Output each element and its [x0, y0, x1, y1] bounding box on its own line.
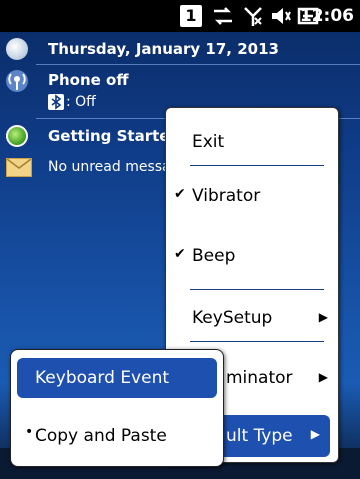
chevron-right-icon: ▶ — [310, 427, 320, 441]
menu-item-result-type[interactable]: ult Type ▶ — [218, 415, 330, 457]
menu-item-label: Vibrator — [192, 186, 261, 206]
selected-dot-icon: • — [25, 424, 34, 440]
getting-started-text: Getting Starte — [48, 127, 170, 145]
menu-divider — [190, 289, 324, 290]
phone-signal-icon — [6, 70, 28, 92]
menu-item-label: minator — [226, 368, 293, 388]
divider — [36, 64, 360, 65]
chevron-right-icon: ▶ — [318, 370, 328, 384]
phone-status-title: Phone off — [48, 71, 129, 89]
submenu-item-copy-paste[interactable]: • Copy and Paste — [17, 416, 217, 456]
submenu-item-label: Keyboard Event — [35, 368, 170, 388]
no-signal-icon[interactable] — [240, 4, 266, 28]
menu-item-label: KeySetup — [192, 308, 273, 328]
screen: 1 12:06 Thursday, January 17, 2013 Phone… — [0, 0, 360, 479]
bluetooth-status: : Off — [66, 94, 96, 110]
submenu-result-type: Keyboard Event • Copy and Paste — [10, 349, 224, 467]
date-text: Thursday, January 17, 2013 — [48, 40, 279, 58]
menu-item-exit[interactable]: Exit — [166, 122, 338, 162]
clock-icon — [6, 38, 28, 60]
notification-badge[interactable]: 1 — [180, 5, 202, 27]
submenu-item-keyboard-event[interactable]: Keyboard Event — [17, 358, 217, 398]
bluetooth-icon — [48, 94, 64, 110]
menu-item-label: Exit — [192, 132, 225, 152]
clock[interactable]: 12:06 — [300, 0, 354, 32]
menu-item-label: ult Type — [226, 426, 293, 446]
check-icon: ✔ — [174, 246, 186, 262]
getting-started-icon — [6, 125, 28, 147]
messages-text: No unread messa — [48, 159, 171, 175]
menu-item-keysetup[interactable]: KeySetup ▶ — [166, 298, 338, 338]
submenu-item-label: Copy and Paste — [35, 426, 167, 446]
menu-item-label: Beep — [192, 246, 236, 266]
menu-divider — [190, 341, 324, 342]
sync-icon[interactable] — [210, 4, 236, 28]
chevron-right-icon: ▶ — [318, 310, 328, 324]
menu-item-beep[interactable]: ✔ Beep — [166, 236, 338, 276]
status-bar: 1 12:06 — [0, 0, 360, 32]
date-row[interactable]: Thursday, January 17, 2013 — [0, 34, 360, 64]
envelope-icon — [6, 158, 32, 177]
menu-divider — [190, 165, 324, 166]
check-icon: ✔ — [174, 186, 186, 202]
speaker-icon[interactable] — [268, 4, 294, 28]
menu-item-vibrator[interactable]: ✔ Vibrator — [166, 176, 338, 216]
